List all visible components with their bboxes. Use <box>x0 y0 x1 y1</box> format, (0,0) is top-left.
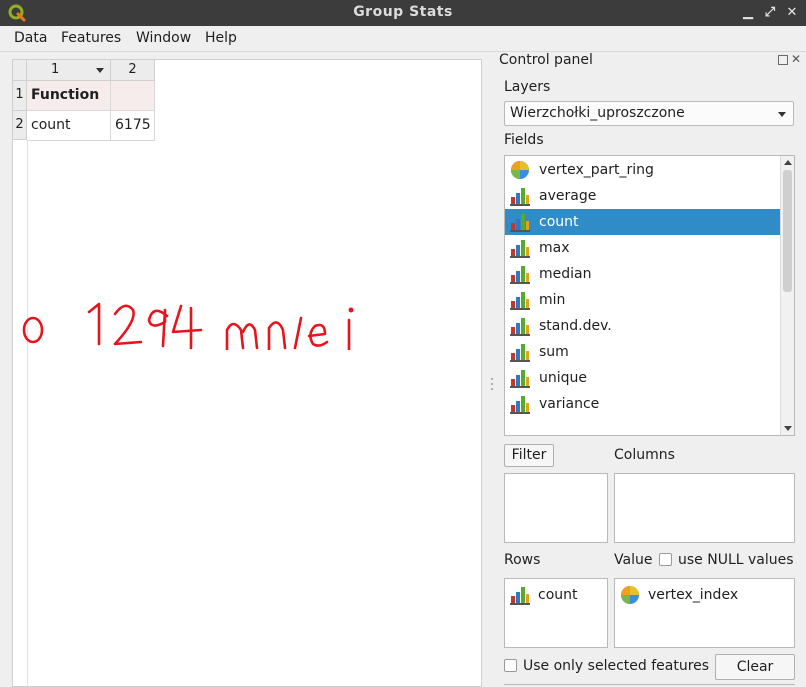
stat-bar-icon <box>510 214 530 232</box>
menu-help[interactable]: Help <box>205 30 237 46</box>
field-item-label: count <box>539 214 579 230</box>
row-header-2[interactable]: 2 <box>13 111 27 140</box>
rows-drop-area[interactable]: count <box>504 578 608 648</box>
menu-data[interactable]: Data <box>14 30 47 46</box>
scroll-up-icon[interactable] <box>784 160 792 165</box>
stat-bar-icon <box>510 240 530 258</box>
field-item-median[interactable]: median <box>505 261 780 287</box>
rows-items-entry[interactable]: count <box>505 582 578 608</box>
minimize-button[interactable]: ▁ <box>740 4 756 22</box>
sort-down-icon <box>96 68 104 73</box>
field-item-max[interactable]: max <box>505 235 780 261</box>
filter-button[interactable]: Filter <box>504 444 554 467</box>
float-panel-icon[interactable] <box>778 55 788 65</box>
stat-bar-icon <box>510 292 530 310</box>
row-header-divider <box>27 140 28 686</box>
panel-title: Control panel <box>499 52 593 68</box>
row-header-1[interactable]: 1 <box>13 81 27 111</box>
table-corner[interactable] <box>13 60 27 81</box>
stat-bar-icon <box>510 318 530 336</box>
field-item-variance[interactable]: variance <box>505 391 780 417</box>
field-item-label: median <box>539 266 592 282</box>
menu-features[interactable]: Features <box>61 30 121 46</box>
column-header-2[interactable]: 2 <box>111 60 155 81</box>
value-label: Value <box>614 552 653 568</box>
field-item-average[interactable]: average <box>505 183 780 209</box>
field-item-stand-dev-[interactable]: stand.dev. <box>505 313 780 339</box>
field-item-label: stand.dev. <box>539 318 612 334</box>
menu-window[interactable]: Window <box>136 30 191 46</box>
layer-select[interactable]: Wierzchołki_uproszczone <box>504 101 794 126</box>
drop-item-label: vertex_index <box>648 587 739 603</box>
close-button[interactable]: ✕ <box>784 4 800 22</box>
use-selected-checkbox[interactable] <box>504 659 517 672</box>
result-table[interactable]: 1 2 1 2 Function count 6175 <box>12 59 482 687</box>
column-header-1[interactable]: 1 <box>27 60 111 81</box>
stat-bar-icon <box>510 396 530 414</box>
rows-label: Rows <box>504 552 541 568</box>
field-item-vertex-part-ring[interactable]: vertex_part_ring <box>505 157 780 183</box>
table-cell-value[interactable]: 6175 <box>111 111 155 141</box>
close-panel-icon[interactable]: ✕ <box>791 52 801 66</box>
clear-button[interactable]: Clear <box>715 654 795 680</box>
stat-bar-icon <box>510 370 530 388</box>
column-header-label: 1 <box>51 62 60 77</box>
window-title: Group Stats <box>353 4 453 20</box>
columns-label: Columns <box>614 447 675 463</box>
layer-select-value: Wierzchołki_uproszczone <box>510 105 685 121</box>
field-item-sum[interactable]: sum <box>505 339 780 365</box>
table-cell-header-value[interactable] <box>111 81 155 111</box>
menu-bar: Data Features Window Help <box>0 26 806 52</box>
value-items-entry[interactable]: vertex_index <box>615 582 738 608</box>
field-icon <box>621 586 639 604</box>
field-icon <box>511 161 529 179</box>
title-bar: Group Stats ▁ ⤢ ✕ <box>0 0 806 26</box>
fields-list[interactable]: vertex_part_ringaverage count max median min… <box>504 155 795 436</box>
splitter-handle[interactable] <box>489 376 495 392</box>
use-null-checkbox[interactable] <box>659 553 672 566</box>
columns-drop-area[interactable] <box>614 473 795 543</box>
stat-bar-icon <box>510 188 530 206</box>
field-item-unique[interactable]: unique <box>505 365 780 391</box>
field-item-label: variance <box>539 396 600 412</box>
fields-label: Fields <box>504 132 544 148</box>
chevron-down-icon <box>778 112 786 117</box>
stat-bar-icon <box>510 266 530 284</box>
field-item-label: min <box>539 292 566 308</box>
value-drop-area[interactable]: vertex_index <box>614 578 795 648</box>
scroll-down-icon[interactable] <box>784 426 792 431</box>
field-item-label: average <box>539 188 597 204</box>
field-item-min[interactable]: min <box>505 287 780 313</box>
filter-drop-area[interactable] <box>504 473 608 543</box>
maximize-button[interactable]: ⤢ <box>762 4 778 22</box>
handwritten-annotation <box>22 302 354 350</box>
layers-label: Layers <box>504 79 551 95</box>
field-item-count[interactable]: count <box>505 209 780 235</box>
field-item-label: sum <box>539 344 569 360</box>
drop-item-label: count <box>538 587 578 603</box>
stat-bar-icon <box>510 344 530 362</box>
stat-bar-icon <box>510 587 530 605</box>
use-null-label[interactable]: use NULL values <box>678 552 794 568</box>
use-selected-label[interactable]: Use only selected features <box>523 658 709 674</box>
field-item-label: max <box>539 240 570 256</box>
fields-scrollbar[interactable] <box>780 156 794 435</box>
field-item-label: unique <box>539 370 588 386</box>
field-item-label: vertex_part_ring <box>539 162 654 178</box>
table-cell-row-label[interactable]: count <box>27 111 111 141</box>
table-cell-function-header[interactable]: Function <box>27 81 111 111</box>
scroll-thumb[interactable] <box>783 170 792 292</box>
